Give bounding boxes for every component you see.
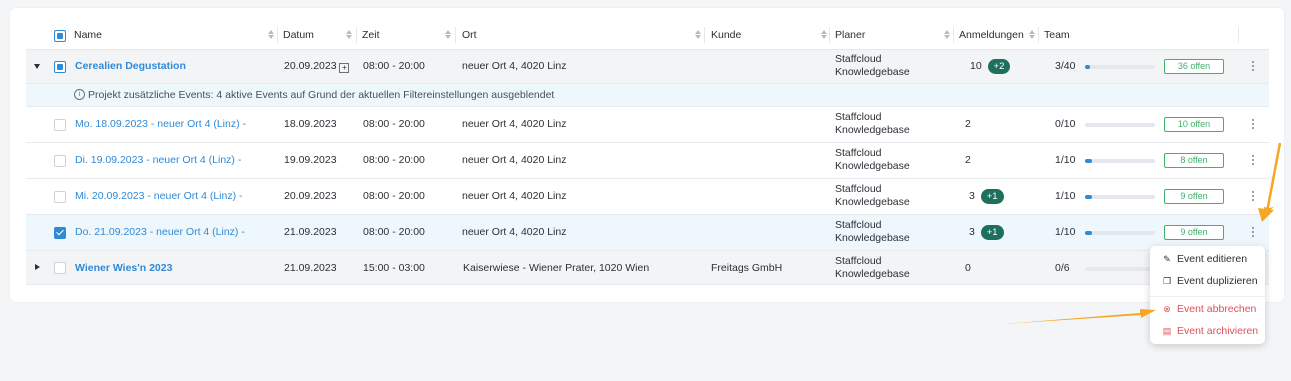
- arrow-head-icon: [1258, 208, 1274, 222]
- annotation-arrows: [1003, 142, 1282, 324]
- arrow-to-cancel-item: [1003, 309, 1156, 324]
